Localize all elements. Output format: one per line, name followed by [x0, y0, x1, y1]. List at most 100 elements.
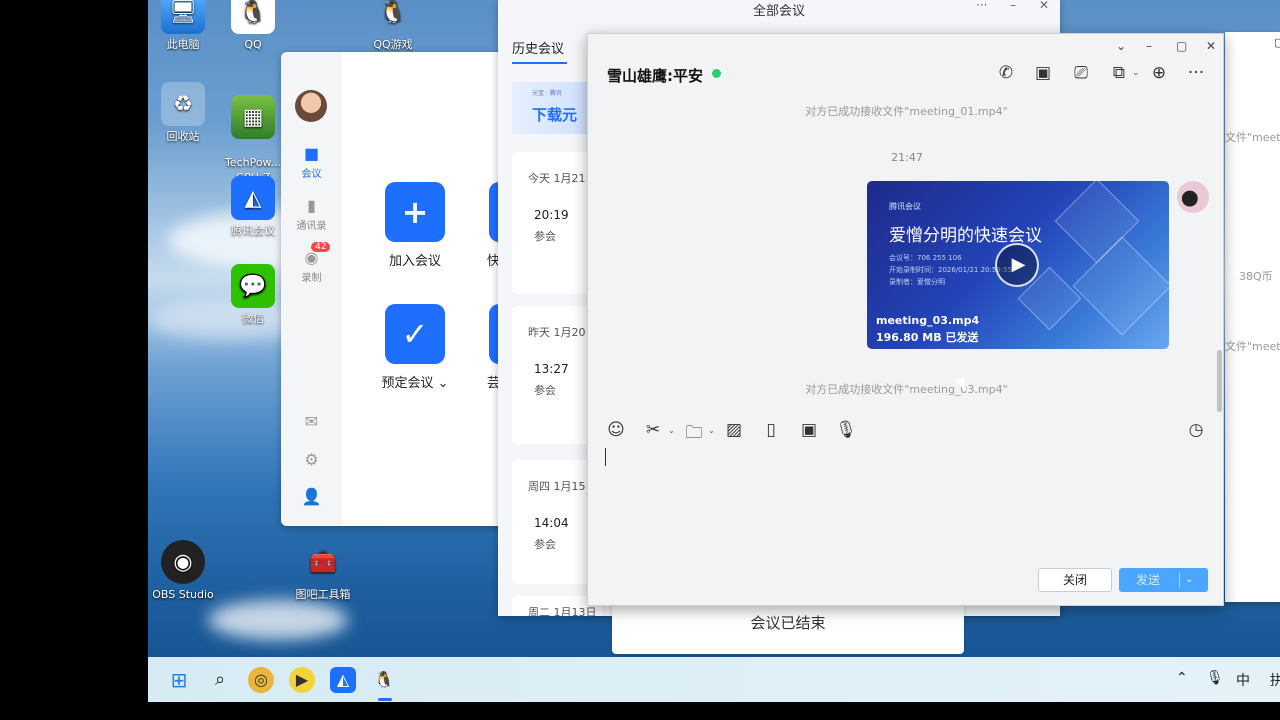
input-method[interactable]: 拼 [1270, 670, 1280, 690]
qq-chat-window: ⌄ – ▢ ✕ 雪山雄鹰:平安 ✆ ▣ ⎚ ⧉ ⌄ ⊕ ··· 对方已成功接收文… [587, 33, 1224, 606]
record-icon: ◉ [304, 248, 319, 267]
toolbox-icon: 🧰 [309, 549, 337, 575]
contact-name: 雪山雄鹰:平安 [607, 67, 703, 85]
send-button-label: 发送 [1135, 573, 1160, 587]
shake-icon[interactable]: ▯ [759, 420, 783, 440]
penguin-icon: 🐧 [231, 0, 275, 34]
sidebar-mail[interactable]: ✉ [281, 412, 342, 433]
meeting-status: 参会 [534, 538, 556, 551]
play-icon[interactable]: ▶ [995, 243, 1039, 287]
tencent-meeting-icon[interactable]: ◭ [330, 667, 356, 693]
app-icon[interactable]: ◎ [248, 667, 274, 693]
scrollbar[interactable] [1217, 350, 1222, 412]
check-icon: ✓ [385, 304, 445, 364]
download-banner[interactable]: 元宝 · 腾讯 下载元 [512, 82, 592, 134]
meeting-status: 参会 [534, 384, 556, 397]
recording-badge: 42 [311, 242, 331, 252]
close-button[interactable]: 关闭 [1038, 568, 1112, 592]
desktop-icon-label: 腾讯会议 [231, 224, 275, 237]
tencent-meeting-window: ■ 会议 ▮ 通讯录 ◉ 录制 42 ✉ ⚙ 👤 + 加入会议 ✓ 预定会议 ⌄… [281, 52, 511, 526]
close-icon[interactable]: ✕ [1039, 0, 1049, 12]
penguin-icon[interactable]: 🐧 [371, 667, 397, 693]
windows-start-icon[interactable]: ⊞ [166, 667, 192, 693]
maximize-icon[interactable]: ▢ [1274, 36, 1280, 49]
sidebar-item-meeting[interactable]: ■ 会议 [281, 144, 342, 180]
gpu-z-icon: ▦ [231, 95, 275, 139]
minimize-icon[interactable]: – [1010, 0, 1016, 12]
video-call-icon[interactable]: ▣ [1031, 63, 1055, 83]
video-file-message[interactable]: 腾讯会议 爱憎分明的快速会议 会议号：706 255 106 开始录制时间：20… [867, 181, 1169, 349]
desktop-icon-toolbox[interactable]: 🧰 图吧工具箱 [288, 540, 358, 602]
chevron-down-icon[interactable]: ⌄ [1185, 568, 1193, 592]
red-packet-icon[interactable]: ▣ [797, 420, 821, 440]
desktop-icon-obs[interactable]: ◉ OBS Studio [148, 540, 218, 602]
more-icon[interactable]: ··· [1184, 63, 1208, 83]
desktop-icon-tencent-meeting[interactable]: ◭ 腾讯会议 [218, 176, 288, 238]
gear-icon: ⚙ [304, 450, 319, 469]
video-file-name: meeting_03.mp4 [876, 314, 980, 327]
wechat-icon: 💬 [231, 264, 275, 308]
emoji-icon[interactable]: ☺ [604, 420, 628, 440]
meeting-sidebar: ■ 会议 ▮ 通讯录 ◉ 录制 42 ✉ ⚙ 👤 [281, 52, 342, 526]
add-member-icon[interactable]: ⊕ [1147, 63, 1171, 83]
maximize-icon[interactable]: ▢ [1176, 39, 1187, 53]
send-button[interactable]: 发送 ⌄ [1119, 568, 1208, 592]
system-message: 对方已成功接收文件"meeting_03.mp4" [805, 383, 1008, 396]
image-icon[interactable]: ▨ [722, 420, 746, 440]
close-icon[interactable]: ✕ [1206, 39, 1216, 53]
background-chat-window: 文件"meetin 38Q币 文件"meetin ▢ [1225, 32, 1280, 602]
message-input[interactable] [598, 444, 1213, 559]
tencent-meeting-icon: ◭ [231, 176, 275, 220]
microphone-icon[interactable]: 🎙 [834, 420, 858, 440]
desktop-icon-qq[interactable]: 🐧 QQ [218, 0, 288, 52]
chevron-down-icon[interactable]: ⌄ [668, 426, 675, 435]
computer-icon: 🖥 [161, 0, 205, 34]
avatar[interactable] [295, 90, 327, 122]
tab-history[interactable]: 历史会议 [512, 38, 564, 57]
screen: 🖥 此电脑 🐧 QQ 🐧 QQ游戏 ♻ 回收站 ▦ TechPow... GPU… [0, 0, 1280, 720]
clock-icon[interactable]: ◷ [1184, 420, 1208, 440]
join-meeting-button[interactable]: + 加入会议 [370, 182, 460, 269]
schedule-meeting-label: 预定会议 ⌄ [381, 376, 449, 391]
join-meeting-label: 加入会议 [388, 254, 441, 269]
input-language[interactable]: 中 [1236, 670, 1250, 690]
meeting-time: 20:19 [534, 208, 569, 222]
phone-icon[interactable]: ✆ [994, 63, 1018, 83]
screen-share-icon[interactable]: ⎚ [1069, 63, 1093, 83]
sidebar-item-recording[interactable]: ◉ 录制 [281, 248, 342, 284]
microphone-icon[interactable]: 🎙 [1206, 670, 1224, 686]
plus-icon: + [385, 182, 445, 242]
scissors-icon[interactable]: ✂ [641, 420, 665, 440]
sidebar-settings[interactable]: ⚙ [281, 450, 342, 471]
desktop-icon-label: OBS Studio [152, 588, 214, 601]
mail-icon: ✉ [304, 412, 319, 431]
remote-assist-icon[interactable]: ⧉ [1107, 63, 1131, 83]
avatar[interactable] [1177, 181, 1209, 213]
sidebar-item-label: 通讯录 [296, 221, 327, 232]
sidebar-item-contacts[interactable]: ▮ 通讯录 [281, 196, 342, 232]
search-icon[interactable]: ⌕ [207, 667, 233, 693]
chevron-up-icon[interactable]: ⌃ [1176, 670, 1188, 686]
media-player-icon[interactable]: ▶ [289, 667, 315, 693]
schedule-meeting-button[interactable]: ✓ 预定会议 ⌄ [370, 304, 460, 391]
partial-text: 文件"meetin [1225, 131, 1280, 144]
banner-brand: 元宝 · 腾讯 [532, 90, 562, 97]
desktop-icon-label: 图吧工具箱 [295, 588, 351, 601]
desktop-icon-this-pc[interactable]: 🖥 此电脑 [148, 0, 218, 52]
desktop-icon-wechat[interactable]: 💬 微信 [218, 264, 288, 326]
more-icon[interactable]: ··· [976, 0, 987, 12]
contacts-book-icon: ▮ [307, 196, 316, 215]
system-message: 对方已成功接收文件"meeting_01.mp4" [805, 105, 1008, 118]
desktop-icon-qq-game[interactable]: 🐧 QQ游戏 [358, 0, 428, 52]
desktop-icon-recycle-bin[interactable]: ♻ 回收站 [148, 82, 218, 144]
minimize-icon[interactable]: – [1146, 39, 1152, 53]
video-file-status: 196.80 MB 已发送 [876, 331, 979, 344]
partial-text: 文件"meetin [1225, 340, 1280, 353]
sidebar-profile[interactable]: 👤 [281, 487, 342, 508]
chevron-down-icon[interactable]: ⌄ [1132, 68, 1140, 78]
game-penguin-icon: 🐧 [379, 0, 407, 25]
chevron-down-icon[interactable]: ⌄ [708, 426, 715, 435]
chevron-down-icon[interactable]: ⌄ [1116, 39, 1126, 53]
video-brand: 腾讯会议 [889, 202, 921, 211]
meeting-date: 今天 1月21 [528, 172, 586, 185]
